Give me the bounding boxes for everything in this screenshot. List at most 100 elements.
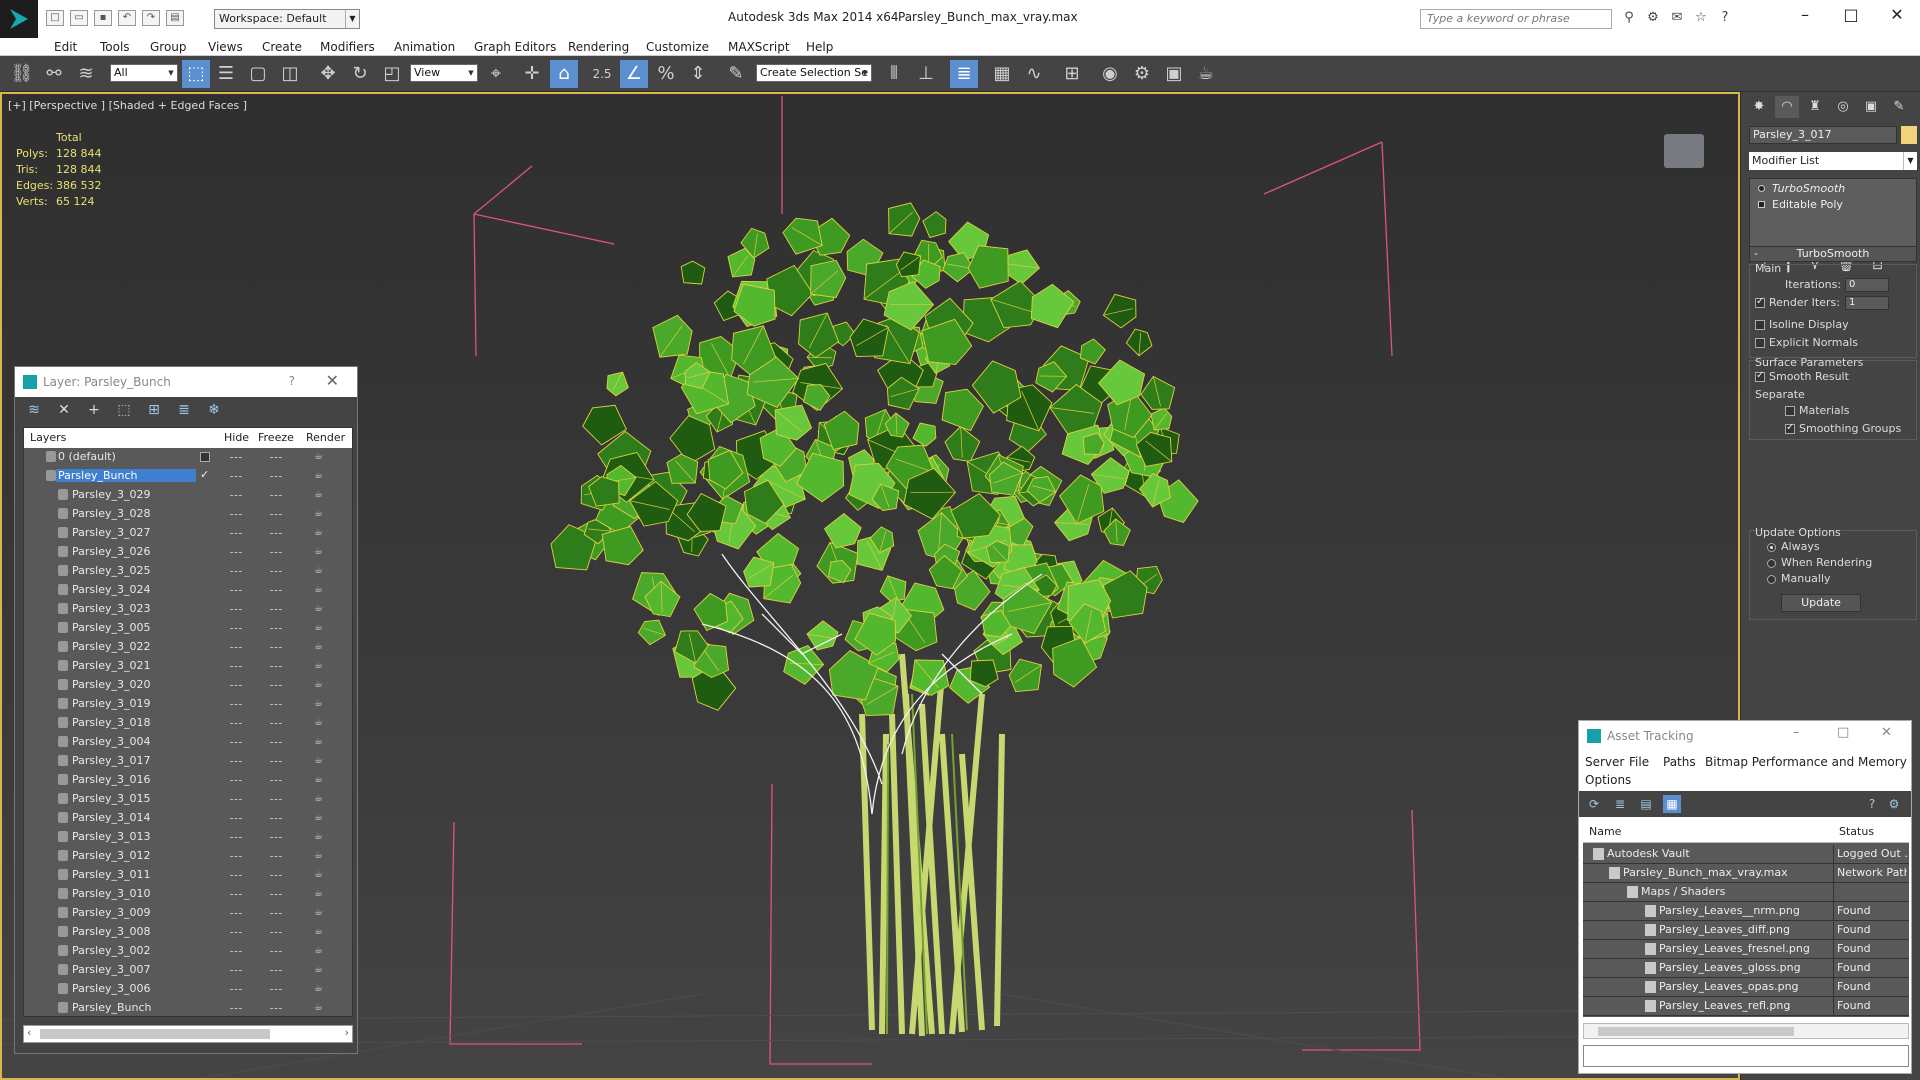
column-render[interactable]: Render: [306, 431, 345, 444]
freeze-toggle[interactable]: [270, 856, 282, 857]
layer-object-row[interactable]: Parsley_3_011 ☕: [24, 866, 352, 885]
table-view-icon[interactable]: ▦: [1663, 795, 1681, 813]
render-teapot-icon[interactable]: ☕: [314, 850, 323, 861]
materials-checkbox[interactable]: [1785, 406, 1795, 416]
hide-toggle[interactable]: [230, 723, 242, 724]
layer-object-row[interactable]: Parsley_3_021 ☕: [24, 657, 352, 676]
menu-bitmap-performance[interactable]: Bitmap Performance and Memory: [1705, 755, 1907, 769]
freeze-toggle[interactable]: [270, 571, 282, 572]
menu-options[interactable]: Options: [1585, 773, 1631, 787]
menu-graph-editors[interactable]: Graph Editors: [474, 40, 556, 54]
render-teapot-icon[interactable]: ☕: [314, 451, 323, 462]
project-folder-icon[interactable]: ▤: [166, 10, 184, 26]
explicit-normals-checkbox[interactable]: [1755, 338, 1765, 348]
selection-filter-select[interactable]: All ▼: [110, 64, 178, 82]
render-teapot-icon[interactable]: ☕: [314, 679, 323, 690]
freeze-toggle[interactable]: [270, 875, 282, 876]
smoothing-groups-checkbox[interactable]: [1785, 422, 1795, 434]
reference-coordinate-select[interactable]: View ▼: [410, 64, 478, 82]
hide-toggle[interactable]: [230, 989, 242, 990]
help-button[interactable]: ?: [289, 374, 295, 388]
layer-object-row[interactable]: Parsley_3_029 ☕: [24, 486, 352, 505]
render-teapot-icon[interactable]: ☕: [314, 926, 323, 937]
layer-object-row[interactable]: Parsley_3_017 ☕: [24, 752, 352, 771]
hide-toggle[interactable]: [230, 1008, 242, 1009]
close-icon[interactable]: ✕: [1881, 725, 1892, 740]
hierarchy-tab-icon[interactable]: ♜: [1803, 96, 1827, 118]
modifier-list-select[interactable]: Modifier List ▼: [1749, 152, 1917, 170]
freeze-toggle[interactable]: [270, 970, 282, 971]
freeze-toggle[interactable]: [270, 609, 282, 610]
active-layer-checkmark-icon[interactable]: ✓: [200, 468, 209, 481]
communication-icon[interactable]: ✉: [1668, 10, 1686, 26]
settings-icon[interactable]: ⚙: [1885, 795, 1903, 813]
scroll-right-icon[interactable]: ›: [345, 1026, 349, 1039]
hide-toggle[interactable]: [230, 552, 242, 553]
asset-row[interactable]: Parsley_Leaves_opas.png Found: [1583, 978, 1909, 997]
hide-toggle[interactable]: [230, 913, 242, 914]
asset-row[interactable]: Autodesk Vault Logged Out ...: [1583, 845, 1909, 864]
render-teapot-icon[interactable]: ☕: [314, 489, 323, 500]
render-teapot-icon[interactable]: ☕: [314, 660, 323, 671]
menu-file[interactable]: File: [1629, 755, 1649, 769]
workspace-select[interactable]: Workspace: Default ▼: [214, 9, 360, 29]
close-button[interactable]: ✕: [1874, 0, 1920, 30]
freeze-toggle[interactable]: [270, 1008, 282, 1009]
turbosmooth-rollout-header[interactable]: - TurboSmooth: [1749, 246, 1917, 262]
freeze-toggle[interactable]: [270, 666, 282, 667]
add-to-layer-icon[interactable]: +: [83, 399, 105, 421]
pivot-center-icon[interactable]: ⌖: [482, 60, 510, 88]
column-layers[interactable]: Layers: [30, 431, 66, 444]
undo-icon[interactable]: ↶: [118, 10, 136, 26]
schematic-view-icon[interactable]: ⊞: [1058, 60, 1086, 88]
hide-toggle[interactable]: [230, 799, 242, 800]
update-button[interactable]: Update: [1781, 594, 1861, 612]
delete-layer-icon[interactable]: ✕: [53, 399, 75, 421]
render-teapot-icon[interactable]: ☕: [314, 945, 323, 956]
freeze-all-layers-icon[interactable]: ❄: [203, 399, 225, 421]
freeze-toggle[interactable]: [270, 894, 282, 895]
hide-toggle[interactable]: [230, 780, 242, 781]
layer-object-row[interactable]: Parsley_3_007 ☕: [24, 961, 352, 980]
layer-object-row[interactable]: Parsley_Bunch ☕: [24, 999, 352, 1018]
scroll-thumb[interactable]: [40, 1029, 270, 1039]
hide-toggle[interactable]: [230, 951, 242, 952]
scroll-thumb[interactable]: [1598, 1027, 1794, 1036]
percent-snap-icon[interactable]: %: [652, 60, 680, 88]
help-icon[interactable]: ?: [1863, 795, 1881, 813]
lightbulb-icon[interactable]: [1758, 185, 1765, 192]
graphite-ribbon-icon[interactable]: ▦: [988, 60, 1016, 88]
angle-snap-icon[interactable]: ∠: [620, 60, 648, 88]
render-teapot-icon[interactable]: ☕: [314, 964, 323, 975]
render-teapot-icon[interactable]: ☕: [314, 546, 323, 557]
asset-table-scrollbar[interactable]: [1583, 1023, 1909, 1039]
layer-object-row[interactable]: Parsley_3_015 ☕: [24, 790, 352, 809]
asset-row[interactable]: Maps / Shaders: [1583, 883, 1909, 902]
hide-toggle[interactable]: [230, 533, 242, 534]
stack-item-editable-poly[interactable]: Editable Poly: [1772, 198, 1843, 211]
render-teapot-icon[interactable]: ☕: [314, 717, 323, 728]
freeze-toggle[interactable]: [270, 742, 282, 743]
select-by-name-icon[interactable]: ☰: [212, 60, 240, 88]
menu-tools[interactable]: Tools: [100, 40, 130, 54]
menu-animation[interactable]: Animation: [394, 40, 455, 54]
layer-object-row[interactable]: Parsley_3_008 ☕: [24, 923, 352, 942]
render-teapot-icon[interactable]: ☕: [314, 584, 323, 595]
freeze-toggle[interactable]: [270, 913, 282, 914]
asset-row[interactable]: Parsley_Leaves_gloss.png Found: [1583, 959, 1909, 978]
render-teapot-icon[interactable]: ☕: [314, 603, 323, 614]
layer-object-row[interactable]: Parsley_3_023 ☕: [24, 600, 352, 619]
motion-tab-icon[interactable]: ◎: [1831, 96, 1855, 118]
thumbnail-view-icon[interactable]: ▤: [1637, 795, 1655, 813]
hide-toggle[interactable]: [230, 704, 242, 705]
render-teapot-icon[interactable]: ☕: [314, 1002, 323, 1013]
menu-modifiers[interactable]: Modifiers: [320, 40, 375, 54]
hide-toggle[interactable]: [230, 514, 242, 515]
display-tab-icon[interactable]: ▣: [1859, 96, 1883, 118]
hide-toggle[interactable]: [230, 742, 242, 743]
freeze-toggle[interactable]: [270, 704, 282, 705]
freeze-toggle[interactable]: [270, 457, 282, 458]
utilities-tab-icon[interactable]: ✎: [1887, 96, 1911, 118]
freeze-toggle[interactable]: [270, 590, 282, 591]
redo-icon[interactable]: ↷: [142, 10, 160, 26]
